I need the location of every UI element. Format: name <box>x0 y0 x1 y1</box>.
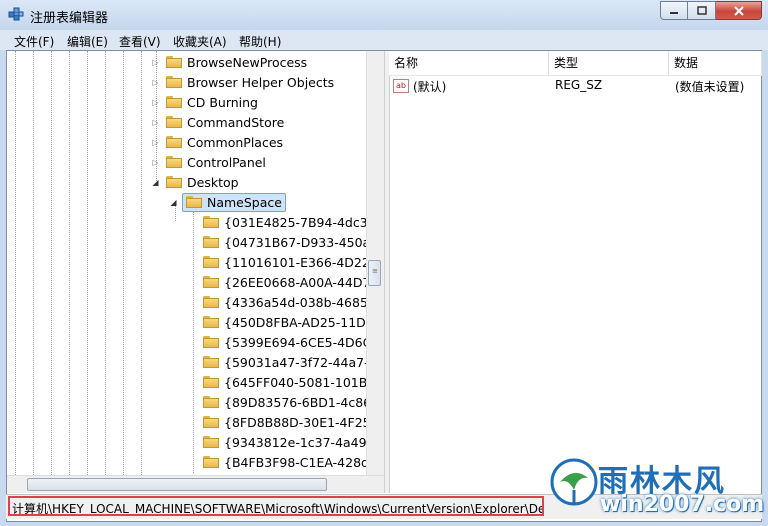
tree-node[interactable]: ▷ CD Burning <box>151 92 258 112</box>
tree-node-guid[interactable]: {B4FB3F98-C1EA-428d-A <box>203 452 382 472</box>
tree-node-guid[interactable]: {89D83576-6BD1-4c86-9 <box>203 392 384 412</box>
menu-file[interactable]: 文件(F) <box>14 33 54 50</box>
folder-icon <box>203 396 219 408</box>
tree-node-guid[interactable]: {11016101-E366-4D22-B <box>203 252 382 272</box>
minimize-button[interactable] <box>660 1 688 20</box>
string-value-icon: ab <box>393 79 409 93</box>
tree-node-guid[interactable]: {4336a54d-038b-4685-a <box>203 292 380 312</box>
folder-icon <box>203 316 219 328</box>
tree-node-guid[interactable]: {26EE0668-A00A-44D7-9 <box>203 272 383 292</box>
tree-scroll-thumb[interactable]: ≡ <box>368 260 381 286</box>
column-header-name[interactable]: 名称 <box>389 51 549 75</box>
tree-node-guid[interactable]: {8FD8B88D-30E1-4F25-A <box>203 412 383 432</box>
watermark-logo: 雨林木风 win2007.com <box>548 452 765 520</box>
folder-icon <box>203 456 219 468</box>
header-divider <box>389 75 762 76</box>
folder-icon <box>166 56 182 68</box>
menu-help[interactable]: 帮助(H) <box>239 33 281 50</box>
close-button[interactable] <box>716 1 762 20</box>
tree-node-guid[interactable]: {645FF040-5081-101B-9F <box>203 372 385 392</box>
folder-icon <box>203 356 219 368</box>
menu-bar: 文件(F) 编辑(E) 查看(V) 收藏夹(A) 帮助(H) <box>0 30 768 50</box>
watermark-site: win2007.com <box>600 492 765 517</box>
maximize-icon <box>696 5 707 15</box>
folder-icon <box>166 96 182 108</box>
collapse-arrow-icon[interactable]: ◢ <box>151 178 160 187</box>
expand-arrow-icon[interactable]: ▷ <box>151 138 160 147</box>
column-header-data[interactable]: 数据 <box>669 51 762 75</box>
key-tree-pane[interactable]: ▷ BrowseNewProcess ▷ Browser Helper Obje… <box>7 51 385 493</box>
folder-icon <box>203 276 219 288</box>
tree-node-guid[interactable]: {04731B67-D933-450a-9 <box>203 232 383 252</box>
maximize-button[interactable] <box>688 1 716 20</box>
folder-icon <box>203 376 219 388</box>
menu-edit[interactable]: 编辑(E) <box>67 33 108 50</box>
leaf-logo-icon <box>550 458 598 506</box>
close-icon <box>733 5 744 16</box>
folder-icon <box>166 136 182 148</box>
selected-key[interactable]: NameSpace <box>182 192 286 212</box>
collapse-arrow-icon[interactable]: ◢ <box>169 198 178 207</box>
expand-arrow-icon[interactable]: ▷ <box>151 118 160 127</box>
folder-icon <box>203 236 219 248</box>
folder-icon <box>166 76 182 88</box>
folder-icon <box>166 116 182 128</box>
tree-node-desktop[interactable]: ◢ Desktop <box>151 172 238 192</box>
tree-node[interactable]: ▷ ControlPanel <box>151 152 265 172</box>
tree-node-namespace[interactable]: ◢ NameSpace <box>169 192 286 212</box>
folder-icon <box>166 176 182 188</box>
expand-arrow-icon[interactable]: ▷ <box>151 78 160 87</box>
expand-arrow-icon[interactable]: ▷ <box>151 98 160 107</box>
tree-node[interactable]: ▷ Browser Helper Objects <box>151 72 334 92</box>
column-header-type[interactable]: 类型 <box>549 51 669 75</box>
folder-icon <box>166 156 182 168</box>
tree-node[interactable]: ▷ CommonPlaces <box>151 132 283 152</box>
folder-icon <box>203 436 219 448</box>
tree-node-guid[interactable]: {9343812e-1c37-4a49-a <box>203 432 379 452</box>
tree-node-guid[interactable]: {5399E694-6CE5-4D6C-8 <box>203 332 384 352</box>
status-path: 计算机\HKEY_LOCAL_MACHINE\SOFTWARE\Microsof… <box>12 502 544 516</box>
folder-icon <box>203 216 219 228</box>
value-name-cell[interactable]: (默认) <box>413 78 446 95</box>
minimize-icon <box>670 11 678 14</box>
tree-node-guid[interactable]: {031E4825-7B94-4dc3-B <box>203 212 380 232</box>
tree-horizontal-scrollbar[interactable] <box>7 475 385 493</box>
value-list-pane[interactable]: 名称 类型 数据 ab (默认) REG_SZ (数值未设置) <box>389 51 762 493</box>
menu-view[interactable]: 查看(V) <box>119 33 161 50</box>
tree-node-guid[interactable]: {59031a47-3f72-44a7-89 <box>203 352 385 372</box>
folder-open-icon <box>186 196 202 208</box>
tree-node-guid[interactable]: {450D8FBA-AD25-11D0- <box>203 312 378 332</box>
value-type-cell[interactable]: REG_SZ <box>555 78 602 92</box>
window-title: 注册表编辑器 <box>30 11 109 26</box>
tree-node[interactable]: ▷ CommandStore <box>151 112 284 132</box>
tree-node[interactable]: ▷ BrowseNewProcess <box>151 52 307 72</box>
value-data-cell[interactable]: (数值未设置) <box>675 78 744 95</box>
window-controls <box>660 1 762 20</box>
menu-favorites[interactable]: 收藏夹(A) <box>173 33 227 50</box>
title-bar: 注册表编辑器 <box>0 0 768 30</box>
registry-editor-icon <box>8 7 24 21</box>
folder-icon <box>203 296 219 308</box>
folder-icon <box>203 256 219 268</box>
expand-arrow-icon[interactable]: ▷ <box>151 158 160 167</box>
folder-icon <box>203 336 219 348</box>
folder-icon <box>203 416 219 428</box>
expand-arrow-icon[interactable]: ▷ <box>151 58 160 67</box>
tree-hscroll-thumb[interactable] <box>27 478 327 491</box>
status-path-highlight: 计算机\HKEY_LOCAL_MACHINE\SOFTWARE\Microsof… <box>8 496 544 516</box>
